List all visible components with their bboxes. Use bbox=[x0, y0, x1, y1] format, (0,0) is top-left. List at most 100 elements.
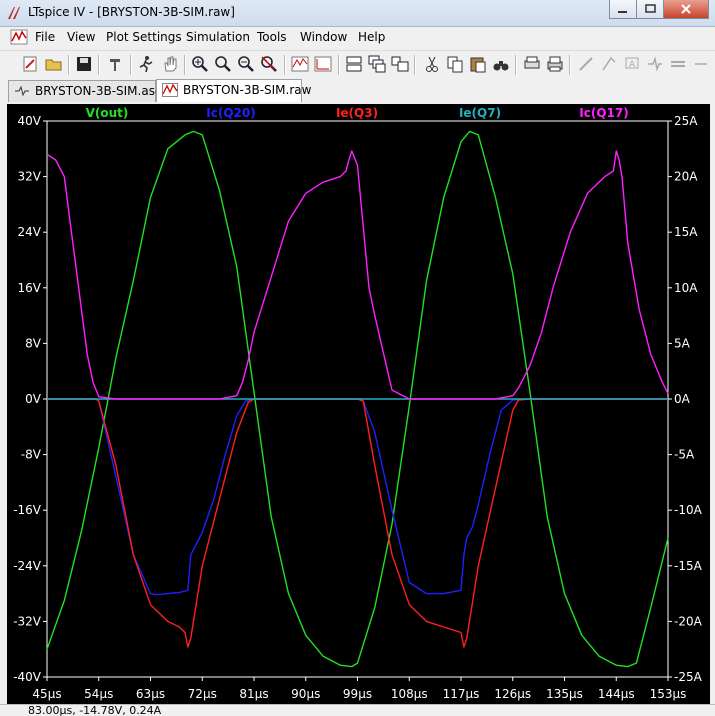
y-right-tick-label: -15A bbox=[674, 559, 703, 573]
trace-ie-q3 bbox=[47, 398, 668, 648]
app-name: LTspice IV bbox=[28, 5, 86, 19]
waveform-plot-pane[interactable]: 40V 25A 32V 20A 24V 15A 16V 10A 8V 5A 0V 0A -8V -5A -1… bbox=[7, 104, 710, 704]
y-left-tick-label: 0V bbox=[25, 392, 42, 406]
cut-scissors-icon[interactable] bbox=[422, 54, 442, 74]
x-tick-label: 153μs bbox=[650, 687, 687, 701]
x-tick-label: 99μs bbox=[343, 687, 372, 701]
ground-icon[interactable] bbox=[599, 54, 619, 74]
trace-label: Ic(Q20) bbox=[206, 106, 255, 120]
title-bar: LTspice IV - [BRYSTON-3B-SIM.raw] bbox=[0, 0, 715, 27]
y-left-tick-label: 16V bbox=[18, 281, 42, 295]
y-right-tick-label: 20A bbox=[674, 170, 698, 184]
waveform-icon bbox=[162, 83, 178, 97]
x-tick-label: 63μs bbox=[136, 687, 165, 701]
x-tick-label: 108μs bbox=[391, 687, 428, 701]
document-name: [BRYSTON-3B-SIM.raw] bbox=[97, 5, 235, 19]
maximize-button[interactable] bbox=[636, 0, 664, 19]
status-bar: 83.00μs, -14.78V, 0.24A bbox=[0, 704, 715, 716]
toolbar-separator bbox=[98, 55, 100, 75]
component-icon[interactable] bbox=[645, 54, 665, 74]
y-left-tick-label: -32V bbox=[13, 614, 42, 628]
y-left-tick-label: 32V bbox=[18, 170, 42, 184]
x-tick-label: 81μs bbox=[239, 687, 268, 701]
draw-wire-icon[interactable] bbox=[576, 54, 596, 74]
document-tabs: BRYSTON-3B-SIM.asc BRYSTON-3B-SIM.raw bbox=[0, 79, 715, 103]
menu-view[interactable]: View bbox=[67, 30, 95, 44]
x-tick-label: 90μs bbox=[291, 687, 320, 701]
zoom-fit-icon[interactable] bbox=[259, 54, 279, 74]
toolbar-separator bbox=[130, 55, 132, 75]
cascade-windows-icon[interactable] bbox=[367, 54, 387, 74]
waveform-window-icon[interactable] bbox=[10, 29, 28, 45]
y-left-tick-label: 40V bbox=[18, 114, 42, 128]
tab-waveform[interactable]: BRYSTON-3B-SIM.raw bbox=[156, 79, 311, 102]
capacitor-icon[interactable] bbox=[668, 54, 688, 74]
menu-file[interactable]: File bbox=[35, 30, 55, 44]
toolbar-separator bbox=[338, 55, 340, 75]
tile-horizontal-icon[interactable] bbox=[344, 54, 364, 74]
open-folder-icon[interactable] bbox=[44, 54, 64, 74]
schematic-icon bbox=[14, 84, 30, 98]
autorange-icon[interactable] bbox=[290, 54, 310, 74]
y-left-tick-label: 8V bbox=[25, 336, 42, 350]
zoom-out-icon[interactable] bbox=[236, 54, 256, 74]
find-binoculars-icon[interactable] bbox=[491, 54, 511, 74]
close-icon bbox=[681, 4, 691, 14]
x-tick-label: 126μs bbox=[494, 687, 531, 701]
tile-vertical-icon[interactable] bbox=[390, 54, 410, 74]
manual-limits-icon[interactable] bbox=[313, 54, 333, 74]
toolbar: A bbox=[0, 50, 715, 79]
ltspice-logo-icon bbox=[6, 5, 22, 21]
zoom-area-icon[interactable] bbox=[213, 54, 233, 74]
y-left-tick-label: 24V bbox=[18, 225, 42, 239]
copy-icon[interactable] bbox=[445, 54, 465, 74]
y-right-tick-label: -25A bbox=[674, 670, 703, 684]
save-icon[interactable] bbox=[74, 54, 94, 74]
menu-tools[interactable]: Tools bbox=[257, 30, 287, 44]
control-panel-hammer-icon[interactable] bbox=[106, 54, 126, 74]
y-right-tick-label: 5A bbox=[674, 336, 691, 350]
trace-label: Ie(Q7) bbox=[459, 106, 501, 120]
trace-label: Ie(Q3) bbox=[336, 106, 378, 120]
y-right-tick-label: 15A bbox=[674, 225, 698, 239]
svg-text:A: A bbox=[629, 60, 636, 70]
toolbar-overflow-icon[interactable] bbox=[691, 54, 711, 74]
window-title: LTspice IV - [BRYSTON-3B-SIM.raw] bbox=[28, 5, 235, 19]
x-tick-label: 117μs bbox=[443, 687, 480, 701]
toolbar-separator bbox=[569, 55, 571, 75]
trace-label: Ic(Q17) bbox=[579, 106, 628, 120]
menu-bar: File View Plot Settings Simulation Tools… bbox=[0, 27, 715, 75]
minimize-button[interactable] bbox=[609, 0, 637, 19]
x-tick-label: 54μs bbox=[84, 687, 113, 701]
close-button[interactable] bbox=[663, 0, 709, 19]
menu-simulation[interactable]: Simulation bbox=[186, 30, 250, 44]
y-left-tick-label: -40V bbox=[13, 670, 42, 684]
tab-schematic[interactable]: BRYSTON-3B-SIM.asc bbox=[8, 80, 162, 102]
tab-label: BRYSTON-3B-SIM.raw bbox=[183, 83, 312, 97]
zoom-in-icon[interactable] bbox=[190, 54, 210, 74]
minimize-icon bbox=[618, 11, 627, 13]
menu-window[interactable]: Window bbox=[300, 30, 347, 44]
menu-help[interactable]: Help bbox=[358, 30, 385, 44]
trace-ic-q17 bbox=[46, 150, 669, 400]
y-right-tick-label: -5A bbox=[674, 448, 695, 462]
print-icon[interactable] bbox=[545, 54, 565, 74]
new-schematic-icon[interactable] bbox=[20, 54, 40, 74]
restore-icon bbox=[645, 4, 656, 13]
y-right-tick-label: -10A bbox=[674, 503, 703, 517]
cursor-readout: 83.00μs, -14.78V, 0.24A bbox=[28, 704, 162, 716]
x-tick-label: 135μs bbox=[546, 687, 583, 701]
waveform-chart[interactable]: 40V 25A 32V 20A 24V 15A 16V 10A 8V 5A 0V 0A -8V -5A -1… bbox=[7, 104, 710, 704]
trace-label: V(out) bbox=[86, 106, 129, 120]
y-left-tick-label: -16V bbox=[13, 503, 42, 517]
y-right-tick-label: 10A bbox=[674, 281, 698, 295]
label-net-icon[interactable]: A bbox=[622, 54, 642, 74]
toolbar-separator bbox=[515, 55, 517, 75]
paste-icon[interactable] bbox=[468, 54, 488, 74]
pan-hand-icon[interactable] bbox=[160, 54, 180, 74]
x-tick-label: 144μs bbox=[598, 687, 635, 701]
x-tick-label: 72μs bbox=[188, 687, 217, 701]
menu-plot-settings[interactable]: Plot Settings bbox=[106, 30, 182, 44]
print-preview-icon[interactable] bbox=[522, 54, 542, 74]
run-simulation-icon[interactable] bbox=[136, 54, 156, 74]
